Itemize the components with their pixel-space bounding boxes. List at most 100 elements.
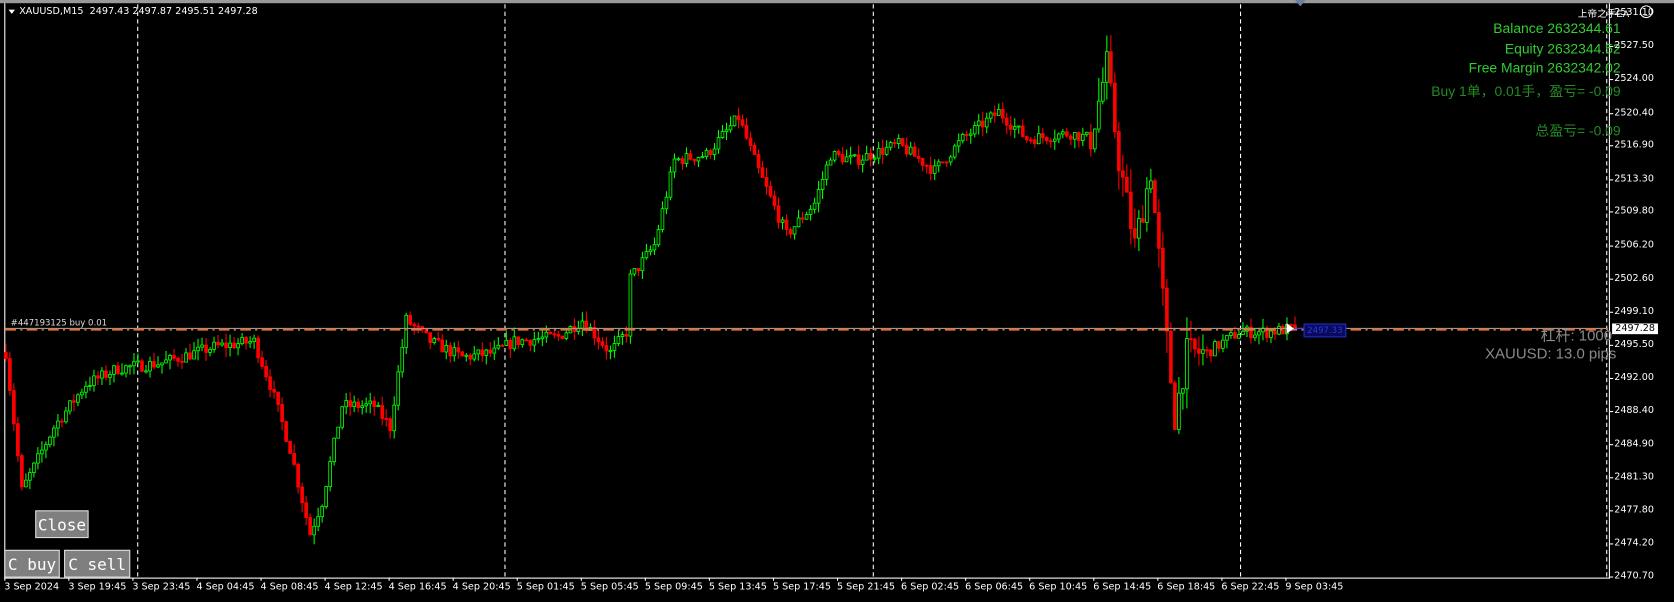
bear-candle: [428, 332, 433, 344]
bear-candle: [1129, 191, 1133, 230]
bull-candle: [328, 461, 332, 488]
bear-candle: [488, 349, 493, 354]
bear-candle: [516, 336, 521, 345]
bear-candle: [1141, 218, 1145, 223]
bull-candle: [464, 354, 469, 357]
bear-candle: [680, 158, 685, 164]
bear-candle: [592, 327, 597, 339]
bear-candle: [560, 335, 565, 339]
bear-candle: [964, 133, 969, 136]
bull-candle: [540, 336, 545, 340]
bear-candle: [744, 124, 749, 139]
close-buy-button[interactable]: C buy: [4, 549, 60, 578]
bear-candle: [1125, 176, 1129, 193]
bull-candle: [48, 436, 52, 446]
time-tick-label: 6 Sep 06:45: [965, 577, 1024, 593]
bull-candle: [852, 154, 857, 157]
bear-candle: [380, 404, 385, 419]
bull-candle: [496, 344, 501, 349]
bull-candle: [812, 202, 817, 210]
time-tick-label: 6 Sep 18:45: [1157, 577, 1216, 593]
close-sell-button[interactable]: C sell: [64, 549, 131, 578]
bull-candle: [1016, 125, 1021, 128]
bull-candle: [128, 365, 132, 368]
bear-candle: [1064, 131, 1069, 137]
price-tick-label: 2506.20: [1609, 239, 1654, 251]
bull-candle: [1277, 325, 1281, 335]
bull-candle: [956, 140, 961, 147]
bear-candle: [8, 358, 12, 392]
bear-candle: [500, 344, 505, 347]
price-tick-label: 2484.90: [1609, 438, 1654, 450]
bull-candle: [864, 152, 869, 161]
candlestick-chart: [4, 4, 1608, 578]
bear-candle: [916, 155, 921, 159]
bear-candle: [1189, 338, 1193, 341]
bull-candle: [616, 336, 621, 344]
time-tick-label: 5 Sep 09:45: [644, 577, 703, 593]
bear-candle: [1197, 348, 1201, 354]
bull-candle: [1056, 133, 1061, 140]
bear-candle: [356, 401, 360, 408]
current-price-label: 2497.28: [1612, 323, 1659, 334]
bear-candle: [60, 420, 64, 423]
bull-candle: [112, 365, 116, 375]
bear-candle: [244, 337, 248, 344]
bear-candle: [1289, 323, 1293, 326]
bull-candle: [704, 150, 709, 157]
bear-candle: [72, 400, 76, 403]
chart-shift-marker-icon[interactable]: [1294, 0, 1306, 7]
price-tick-label: 2527.50: [1609, 41, 1654, 52]
bull-candle: [312, 525, 316, 536]
bear-candle: [1109, 51, 1113, 84]
bear-candle: [304, 502, 308, 518]
bear-candle: [1153, 180, 1157, 214]
bear-candle: [1048, 140, 1053, 143]
bull-candle: [1225, 335, 1229, 341]
bull-candle: [820, 178, 825, 191]
bull-candle: [92, 375, 96, 386]
bull-candle: [544, 331, 549, 338]
bull-candle: [816, 189, 821, 204]
bear-candle: [800, 217, 805, 220]
bull-candle: [108, 373, 112, 378]
bull-candle: [396, 371, 401, 406]
bear-candle: [924, 164, 929, 167]
dropdown-triangle-icon[interactable]: [8, 9, 15, 14]
bull-candle: [80, 391, 84, 396]
order-price-marker[interactable]: 2497.33: [1303, 323, 1347, 338]
price-tick-label: 2499.10: [1609, 306, 1654, 317]
bull-candle: [1060, 131, 1065, 135]
bear-candle: [600, 341, 605, 346]
time-tick-label: 3 Sep 19:45: [68, 577, 127, 593]
bear-candle: [416, 325, 421, 328]
bear-candle: [1068, 135, 1073, 140]
time-tick-label: 5 Sep 13:45: [708, 577, 767, 593]
close-button[interactable]: Close: [35, 510, 89, 539]
time-tick-label: 5 Sep 21:45: [836, 577, 896, 593]
price-tick-label: 2513.30: [1609, 173, 1654, 185]
bear-candle: [180, 360, 184, 363]
bull-candle: [972, 125, 977, 135]
bear-candle: [756, 153, 761, 169]
bull-candle: [144, 370, 148, 373]
bear-candle: [436, 338, 441, 341]
bear-candle: [1157, 212, 1161, 249]
bull-candle: [196, 346, 200, 352]
bear-candle: [268, 376, 272, 390]
total-pl-text: 总盈亏= -0.09: [1535, 122, 1621, 139]
time-tick-label: 6 Sep 22:45: [1221, 577, 1280, 593]
bull-candle: [336, 426, 340, 439]
bull-candle: [872, 157, 877, 160]
bull-candle: [620, 334, 625, 337]
bear-candle: [272, 388, 276, 393]
bull-candle: [656, 229, 661, 246]
bear-candle: [1173, 382, 1177, 430]
bull-candle: [1036, 133, 1041, 145]
bull-candle: [888, 142, 893, 148]
bear-candle: [508, 339, 513, 350]
bull-candle: [612, 343, 617, 351]
bull-candle: [40, 449, 44, 455]
bull-candle: [88, 385, 92, 388]
bull-candle: [832, 151, 837, 161]
